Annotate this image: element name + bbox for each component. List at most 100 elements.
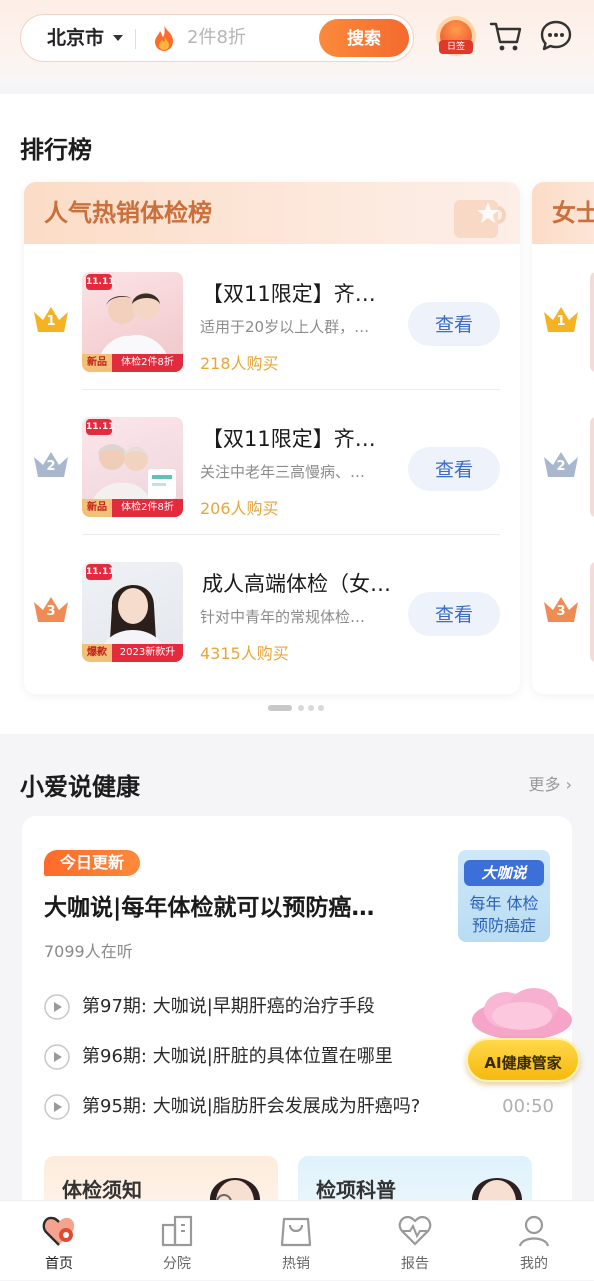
nav-label[interactable]: 首页 [0, 1253, 118, 1273]
ai-cloud-icon [472, 988, 572, 1040]
episode-title[interactable]: 第96期: 大咖说|肝脏的具体位置在哪里 [82, 1042, 393, 1072]
cart-icon[interactable] [488, 18, 524, 54]
podcast-title[interactable]: 大咖说|每年体检就可以预防癌… [44, 888, 424, 922]
message-icon[interactable] [538, 18, 574, 54]
ranking-item[interactable]: 2 11.11 新品 体检2件8折 【双11限定】齐… 关注中老年三高慢病、… … [24, 403, 520, 523]
view-button[interactable]: 查看 [408, 302, 500, 346]
sub-card-title: 检项科普 [316, 1178, 396, 1202]
episode-item[interactable]: 第95期: 大咖说|脂肪肝会发展成为肝癌吗? 00:50 [44, 1092, 554, 1122]
item-description: 针对中青年的常规体检… [200, 608, 366, 626]
nav-profile[interactable]: 我的 [475, 1201, 593, 1281]
daily-checkin-button[interactable]: 日签 [436, 16, 476, 56]
view-button[interactable]: 查看 [408, 447, 500, 491]
nav-label[interactable]: 报告 [356, 1253, 474, 1273]
podcast-cover[interactable]: 大咖说 每年 体检 预防癌症 [458, 850, 550, 942]
product-thumbnail[interactable]: 11.11 新品 体检2件8折 [82, 417, 183, 517]
nav-home[interactable]: 首页 [0, 1201, 118, 1281]
play-icon[interactable] [44, 994, 70, 1020]
city-selector[interactable]: 北京市 [47, 15, 104, 61]
nav-label[interactable]: 热销 [237, 1253, 355, 1273]
promo-tag: 体检2件8折 [112, 499, 183, 517]
play-icon[interactable] [44, 1094, 70, 1120]
branch-icon[interactable] [159, 1213, 195, 1249]
new-tag: 新品 [82, 354, 112, 372]
rank-number: 2 [46, 459, 56, 474]
nav-label[interactable]: 分院 [118, 1253, 236, 1273]
product-thumbnail[interactable] [590, 272, 594, 372]
health-section-title: 小爱说健康 [20, 773, 140, 801]
item-description: 适用于20岁以上人群，… [200, 318, 370, 336]
ranking-card-title: 人气热销体检榜 [44, 199, 212, 227]
promo-tag: 2023新款升级 [112, 644, 183, 662]
promo-tag: 体检2件8折 [112, 354, 183, 372]
nav-report[interactable]: 报告 [356, 1201, 474, 1281]
caret-down-icon[interactable] [113, 35, 123, 41]
profile-icon[interactable] [516, 1213, 552, 1249]
episode-title[interactable]: 第97期: 大咖说|早期肝癌的治疗手段 [82, 992, 375, 1022]
episode-title[interactable]: 第95期: 大咖说|脂肪肝会发展成为肝癌吗? [82, 1092, 420, 1122]
indicator-dot-active [268, 705, 292, 711]
search-divider [135, 29, 136, 49]
top-header: 北京市 2件8折 搜索 日签 [0, 0, 594, 84]
search-button[interactable]: 搜索 [319, 19, 409, 57]
play-icon[interactable] [44, 1044, 70, 1070]
item-title[interactable]: 【双11限定】齐… [202, 423, 392, 453]
product-thumbnail[interactable] [590, 562, 594, 662]
rank-number: 3 [46, 604, 56, 619]
product-thumbnail[interactable]: 11.11 新品 体检2件8折 [82, 272, 183, 372]
item-title[interactable]: 【双11限定】齐… [202, 278, 392, 308]
trophy-icon [454, 200, 506, 238]
report-heart-icon[interactable] [397, 1213, 433, 1249]
popular-checkup-ranking-card[interactable]: 人气热销体检榜 1 11.11 新品 体检2件8折 【双11限定】齐… 适用于2… [24, 182, 520, 694]
fire-icon [155, 25, 173, 51]
double11-logo: 11.11 [86, 419, 114, 435]
product-thumbnail[interactable] [590, 417, 594, 517]
rank-number: 2 [556, 459, 566, 474]
nav-hot-sale[interactable]: 热销 [237, 1201, 355, 1281]
home-icon[interactable] [41, 1213, 77, 1249]
ranking-item[interactable]: 3 11.11 爆款 2023新款升级 成人高端体检（女… 针对中青年的常规体检… [24, 548, 520, 668]
search-input[interactable]: 2件8折 [187, 15, 246, 61]
new-tag: 新品 [82, 499, 112, 517]
item-sold-count: 4315人购买 [200, 644, 289, 663]
ai-health-button[interactable]: AI健康管家 [466, 1038, 580, 1082]
chevron-right-icon[interactable]: › [566, 775, 572, 794]
episode-duration: 00:50 [502, 1096, 554, 1117]
indicator-dot [308, 705, 314, 711]
search-bar[interactable]: 北京市 2件8折 搜索 [20, 14, 414, 62]
view-button[interactable]: 查看 [408, 592, 500, 636]
more-link[interactable]: 更多 › [528, 771, 572, 795]
product-thumbnail[interactable]: 11.11 爆款 2023新款升级 [82, 562, 183, 662]
listener-count: 7099人在听 [44, 942, 133, 961]
rank-number: 1 [46, 314, 56, 329]
item-description: 关注中老年三高慢病、… [200, 463, 366, 481]
ranking-card-title: 女士 [552, 199, 594, 227]
ranking-section-title: 排行榜 [20, 136, 92, 164]
carousel-indicator [268, 705, 328, 711]
nav-label[interactable]: 我的 [475, 1253, 593, 1273]
item-title[interactable]: 成人高端体检（女… [202, 568, 392, 598]
today-update-badge: 今日更新 [44, 850, 141, 876]
bottom-navigation: 首页 分院 热销 报告 我的 [0, 1200, 594, 1280]
cover-line-1: 每年 体检 [469, 894, 539, 913]
double11-logo: 11.11 [86, 564, 114, 580]
rank-number: 3 [556, 604, 566, 619]
womens-ranking-card[interactable]: 女士 1 2 3 [532, 182, 594, 694]
more-label[interactable]: 更多 [528, 775, 560, 794]
item-sold-count: 206人购买 [200, 499, 279, 518]
cover-line-2: 预防癌症 [471, 916, 536, 935]
ranking-card-header: 人气热销体检榜 [24, 182, 520, 244]
double11-logo: 11.11 [86, 274, 114, 290]
rank-number: 1 [556, 314, 566, 329]
row-divider [82, 389, 500, 390]
indicator-dot [298, 705, 304, 711]
item-sold-count: 218人购买 [200, 354, 279, 373]
shopping-bag-icon[interactable] [278, 1213, 314, 1249]
ranking-item[interactable]: 1 11.11 新品 体检2件8折 【双11限定】齐… 适用于20岁以上人群，…… [24, 258, 520, 378]
cover-tag: 大咖说 [464, 860, 544, 886]
nav-branch[interactable]: 分院 [118, 1201, 236, 1281]
ai-health-assistant[interactable]: AI健康管家 [462, 986, 582, 1090]
row-divider [82, 534, 500, 535]
checkin-label: 日签 [439, 40, 473, 54]
hot-tag: 爆款 [82, 644, 112, 662]
